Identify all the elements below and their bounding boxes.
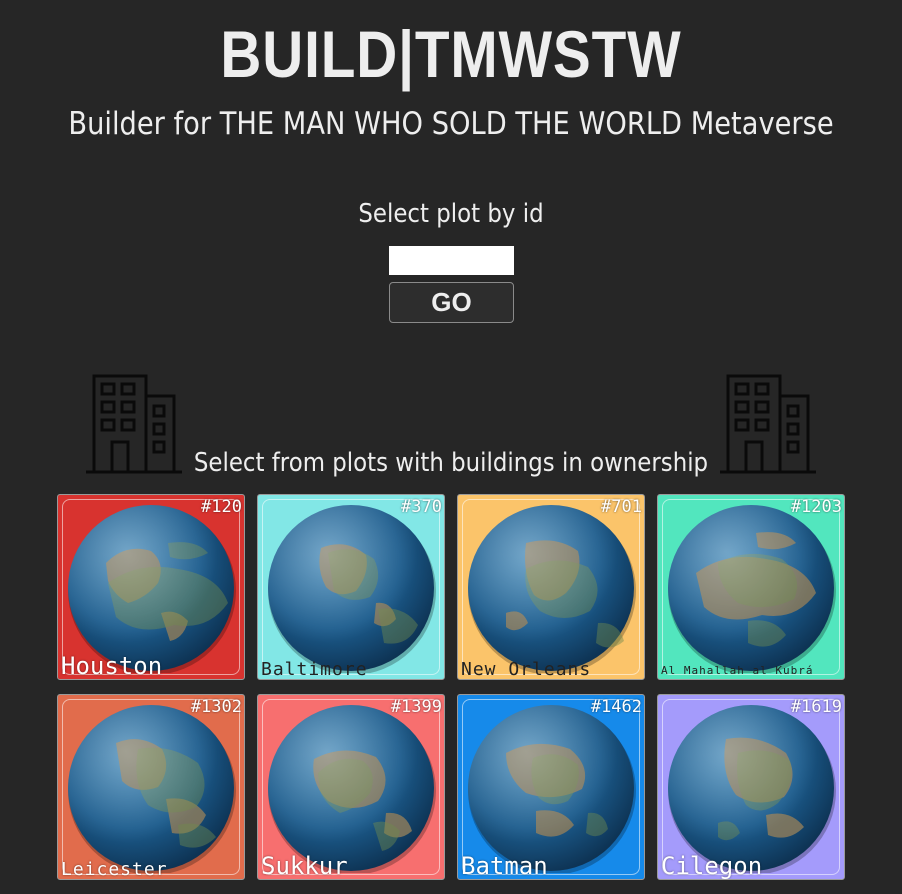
plot-card[interactable]: #1302 Leicester [57, 694, 245, 880]
plot-card[interactable]: #1619 Cilegon [657, 694, 845, 880]
plot-id: #370 [401, 497, 442, 517]
globe-image [668, 505, 836, 673]
page-subtitle: Builder for THE MAN WHO SOLD THE WORLD M… [68, 106, 834, 142]
globe-image [268, 705, 436, 873]
plot-card[interactable]: #370 Baltimore [257, 494, 445, 680]
globe-image [468, 705, 636, 873]
plot-city-name: Baltimore [261, 659, 368, 680]
page-title: BUILD|TMWSTW [220, 17, 682, 91]
plot-card[interactable]: #120 Houston [57, 494, 245, 680]
plot-city-name: Leicester [61, 859, 168, 880]
plot-id: #701 [601, 497, 642, 517]
plot-card[interactable]: #1399 Sukkur [257, 694, 445, 880]
globe-image [268, 505, 436, 673]
plot-card[interactable]: #1462 Batman [457, 694, 645, 880]
globe-image [68, 705, 236, 873]
plot-id: #120 [201, 497, 242, 517]
go-button[interactable]: GO [389, 282, 514, 323]
plot-id: #1619 [790, 697, 842, 717]
plot-id: #1399 [390, 697, 442, 717]
plot-city-name: New Orleans [461, 659, 592, 680]
plot-card[interactable]: #701 New Orleans [457, 494, 645, 680]
plot-city-name: Sukkur [261, 852, 348, 880]
plot-city-name: Houston [61, 652, 163, 680]
select-by-id-label: Select plot by id [358, 199, 544, 229]
plot-card[interactable]: #1203 Al Mahallah al Kubrá [657, 494, 845, 680]
plot-city-name: Al Mahallah al Kubrá [661, 664, 814, 677]
plot-city-name: Cilegon [661, 852, 763, 880]
plot-id: #1302 [190, 697, 242, 717]
owned-plots-label: Select from plots with buildings in owne… [193, 448, 709, 478]
plot-city-name: Batman [461, 852, 548, 880]
globe-image [68, 505, 236, 673]
plot-id-input[interactable] [389, 246, 514, 275]
globe-image [668, 705, 836, 873]
plot-id: #1203 [790, 497, 842, 517]
globe-image [468, 505, 636, 673]
plot-id: #1462 [590, 697, 642, 717]
